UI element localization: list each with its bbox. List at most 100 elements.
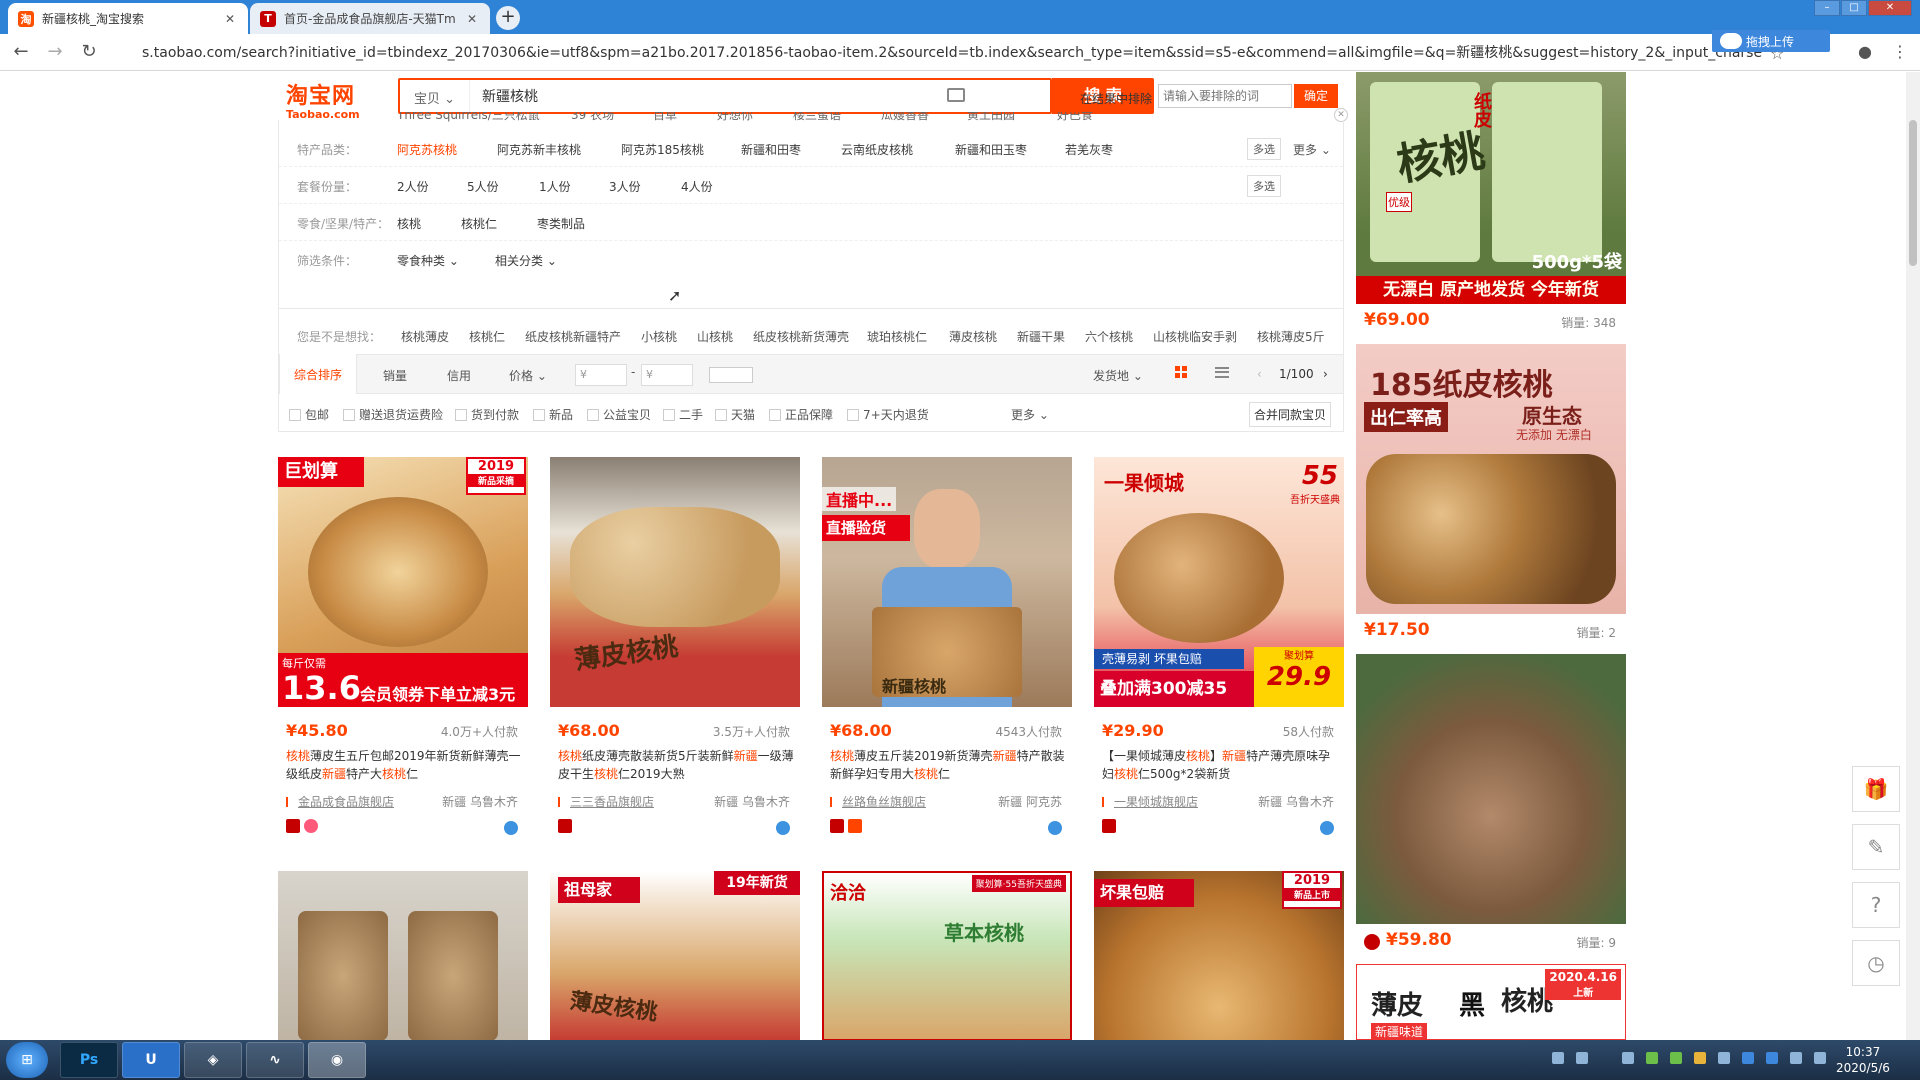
search-category-select[interactable]: 宝贝 ⌄ [400,80,470,112]
new-tab-button[interactable]: + [496,6,520,30]
filter-item[interactable]: 新疆和田枣 [741,141,801,158]
check-new[interactable]: 新品 [533,406,573,423]
menu-icon[interactable]: ⋮ [1892,42,1908,61]
edit-icon[interactable]: ✎ [1852,824,1900,870]
app-taskbar-icon[interactable]: ◈ [184,1042,242,1078]
guess-item[interactable]: 核桃薄皮 [401,328,449,345]
guess-item[interactable]: 纸皮核桃新疆特产 [525,328,621,345]
wangwang-chat-icon[interactable] [776,821,790,835]
close-window-icon[interactable]: ✕ [1868,0,1912,16]
guess-item[interactable]: 纸皮核桃新货薄壳 [753,328,849,345]
product-title[interactable]: 核桃纸皮薄壳散装新货5斤装新鲜新疆一级薄皮干生核桃仁2019大熟 [558,747,794,783]
product-image[interactable]: 薄皮核桃 [550,457,800,707]
camera-icon[interactable] [947,88,965,102]
product-image[interactable]: 直播中... 直播验货 新疆核桃 [822,457,1072,707]
more-button[interactable]: 更多 ⌄ [1293,141,1331,158]
check-more[interactable]: 更多 ⌄ [1011,406,1049,423]
exclude-input[interactable] [1158,84,1292,108]
ad-image[interactable]: 薄皮 黑 核桃 2020.4.16 上新 新疆味道 [1356,964,1626,1040]
tray-icon[interactable] [1576,1052,1588,1064]
grid-view-icon[interactable] [1175,366,1187,378]
search-input[interactable] [476,80,976,112]
price-max-input[interactable]: ¥ [641,364,693,386]
tab-taobao-search[interactable]: 淘 新疆核桃_淘宝搜索 ✕ [8,3,248,34]
guess-item[interactable]: 新疆干果 [1017,328,1065,345]
filter-item[interactable]: 若羌灰枣 [1065,141,1113,158]
filter-item[interactable]: 黄土田园 [967,112,1015,123]
filter-item[interactable]: 好想你 [717,112,753,123]
filter-dropdown[interactable]: 相关分类 ⌄ [495,252,557,269]
ad-item[interactable]: 薄皮 黑 核桃 2020.4.16 上新 新疆味道 [1356,964,1626,1040]
filter-item[interactable]: 2人份 [397,178,429,195]
flower-badge-icon[interactable] [304,819,318,833]
shop-link[interactable]: 三三香品旗舰店 [570,793,654,810]
volume-icon[interactable] [1718,1052,1730,1064]
guess-item[interactable]: 山核桃临安手剥 [1153,328,1237,345]
multi-select-button[interactable]: 多选 [1247,138,1281,160]
start-button[interactable]: ⊞ [6,1042,48,1078]
price-min-input[interactable]: ¥ [575,364,627,386]
filter-item[interactable]: Three Squirrels/三只松鼠 [397,112,540,123]
filter-item[interactable]: 39 农场 [571,112,614,123]
product-title[interactable]: 核桃薄皮生五斤包邮2019年新货新鲜薄壳一级纸皮新疆特产大核桃仁 [286,747,522,783]
check-secondhand[interactable]: 二手 [663,406,703,423]
guess-item[interactable]: 薄皮核桃 [949,328,997,345]
ad-item[interactable]: ¥59.80 销量: 9 [1356,654,1626,950]
minimize-icon[interactable]: – [1814,0,1840,16]
back-icon[interactable]: ← [8,39,34,65]
url-field[interactable]: s.taobao.com/search?initiative_id=tbinde… [142,42,1762,62]
filter-item[interactable]: 新疆和田玉枣 [955,141,1027,158]
product-image[interactable]: 巨划算 2019 新品采摘 每斤仅需 13.6 会员领券下单立减3元 [278,457,528,707]
shop-link[interactable]: 丝路鱼丝旗舰店 [842,793,926,810]
guess-item[interactable]: 核桃仁 [469,328,505,345]
page-scrollbar[interactable] [1906,72,1920,1040]
guess-item[interactable]: 山核桃 [697,328,733,345]
guess-item[interactable]: 琥珀核桃仁 [867,328,927,345]
maximize-icon[interactable]: □ [1841,0,1867,16]
tab-tmall-store[interactable]: T 首页-金品成食品旗舰店-天猫Tm ✕ [250,3,490,34]
check-7day-return[interactable]: 7+天内退货 [847,406,929,423]
account-icon[interactable]: ● [1858,42,1872,61]
filter-item[interactable]: 核桃仁 [461,215,497,232]
new-badge-icon[interactable] [848,819,862,833]
filter-item[interactable]: 阿克苏新丰核桃 [497,141,581,158]
filter-item[interactable]: 阿克苏185核桃 [621,141,704,158]
ad-item[interactable]: 纸皮 核桃 优级 500g*5袋 无漂白 原产地发货 今年新货 ¥69.00 销… [1356,72,1626,330]
filter-item[interactable]: 云南纸皮核桃 [841,141,913,158]
filter-item[interactable]: 核桃 [397,215,421,232]
history-clock-icon[interactable]: ◷ [1852,940,1900,986]
product-card[interactable]: 祖母家 19年新货 薄皮核桃 [550,871,800,1040]
product-image[interactable]: 坏果包赔 2019 新品上市 [1094,871,1344,1040]
close-tab-icon[interactable]: ✕ [222,12,238,26]
badge-icon[interactable] [1102,819,1116,833]
guess-item[interactable]: 六个核桃 [1085,328,1133,345]
chrome-taskbar-icon[interactable]: ◉ [308,1042,366,1078]
guess-item[interactable]: 核桃薄皮5斤 [1257,328,1325,345]
guess-item[interactable]: 小核桃 [641,328,677,345]
product-title[interactable]: 核桃薄皮五斤装2019新货薄壳新疆特产散装新鲜孕妇专用大核桃仁 [830,747,1066,783]
tray-icon[interactable] [1646,1052,1658,1064]
ad-image[interactable]: 185纸皮核桃 出仁率高 原生态 无添加 无漂白 [1356,344,1626,614]
filter-item[interactable]: 5人份 [467,178,499,195]
product-card[interactable]: 坏果包赔 2019 新品上市 [1094,871,1344,1040]
upload-widget[interactable]: 拖拽上传 [1712,30,1830,52]
filter-item[interactable]: 瓜嫂香香 [881,112,929,123]
filter-item[interactable]: 4人份 [681,178,713,195]
filter-item[interactable]: 1人份 [539,178,571,195]
product-card[interactable]: 巨划算 2019 新品采摘 每斤仅需 13.6 会员领券下单立减3元 ¥45.80… [278,457,528,853]
tray-icon[interactable] [1766,1052,1778,1064]
ad-item[interactable]: 185纸皮核桃 出仁率高 原生态 无添加 无漂白 ¥17.50 销量: 2 [1356,344,1626,640]
sort-sales[interactable]: 销量 [383,367,407,384]
badge-icon[interactable] [558,819,572,833]
filter-item[interactable]: 百草 [653,112,677,123]
price-range-slider[interactable] [709,367,753,383]
check-tmall[interactable]: 天猫 [715,406,755,423]
filter-item[interactable]: 3人份 [609,178,641,195]
product-card[interactable] [278,871,528,1040]
product-card[interactable]: 洽洽 聚划算·55吾折天盛典 草本核桃 [822,871,1072,1040]
filter-dropdown[interactable]: 零食种类 ⌄ [397,252,459,269]
shop-link[interactable]: 金品成食品旗舰店 [298,793,394,810]
check-return-insurance[interactable]: 赠送退货运费险 [343,406,443,423]
check-cod[interactable]: 货到付款 [455,406,519,423]
close-tab-icon[interactable]: ✕ [464,12,480,26]
